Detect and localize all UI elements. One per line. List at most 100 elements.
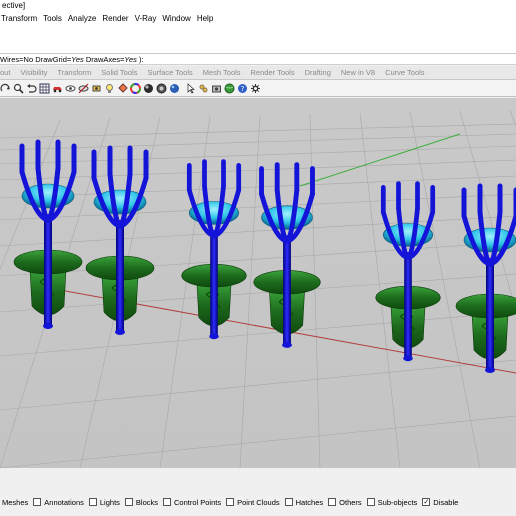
earring-model[interactable] bbox=[85, 145, 155, 335]
filter-label: Disable bbox=[433, 497, 459, 507]
grid-icon[interactable] bbox=[39, 83, 50, 94]
earring-post bbox=[116, 220, 124, 332]
earring-model[interactable] bbox=[375, 181, 441, 362]
settings-icon[interactable] bbox=[250, 83, 261, 94]
eye-icon[interactable] bbox=[65, 83, 76, 94]
menu-window[interactable]: Window bbox=[161, 12, 195, 26]
tab-surface-tools[interactable]: Surface Tools bbox=[147, 66, 198, 80]
filter-control-points[interactable]: Control Points bbox=[163, 498, 221, 507]
post-tip bbox=[115, 329, 125, 335]
earring-post bbox=[404, 252, 412, 359]
filter-blocks[interactable]: Blocks bbox=[124, 497, 158, 507]
filter-hatches[interactable]: Hatches bbox=[284, 497, 324, 507]
checkbox[interactable] bbox=[226, 498, 235, 506]
menu-bar: Transform Tools Analyze Render V-Ray Win… bbox=[0, 12, 516, 26]
tab-layout[interactable]: out bbox=[0, 66, 16, 80]
menu-tools[interactable]: Tools bbox=[42, 12, 67, 26]
menu-transform[interactable]: Transform bbox=[0, 12, 42, 26]
filter-label: Annotations bbox=[44, 497, 84, 507]
checkbox-checked[interactable]: ✓ bbox=[422, 498, 431, 506]
checkbox[interactable] bbox=[88, 498, 97, 506]
filter-disable[interactable]: ✓ Disable bbox=[422, 498, 458, 507]
globe-icon[interactable] bbox=[224, 83, 235, 94]
tab-curve-tools[interactable]: Curve Tools bbox=[385, 66, 430, 80]
filter-label: Others bbox=[339, 497, 362, 507]
sphere-icon[interactable] bbox=[169, 83, 180, 94]
menu-vray[interactable]: V-Ray bbox=[134, 12, 162, 26]
pointer-icon[interactable] bbox=[185, 82, 196, 94]
filter-others[interactable]: Others bbox=[328, 498, 362, 507]
earring-model[interactable] bbox=[181, 159, 247, 340]
earring-post bbox=[44, 214, 52, 326]
selection-filter-bar: Meshes Annotations Lights Blocks Control… bbox=[0, 495, 516, 509]
post-tip bbox=[209, 333, 219, 340]
tab-solid-tools[interactable]: Solid Tools bbox=[101, 66, 143, 80]
filter-label: Hatches bbox=[295, 497, 324, 507]
filter-label: Blocks bbox=[135, 497, 158, 507]
filter-label: Point Clouds bbox=[237, 497, 280, 507]
tab-new-in-v8[interactable]: New in V8 bbox=[341, 66, 381, 80]
post-tip bbox=[282, 342, 292, 348]
command-history bbox=[0, 26, 516, 54]
earring-model[interactable] bbox=[13, 139, 83, 329]
earring-post bbox=[486, 258, 494, 370]
main-toolbar: ? bbox=[0, 80, 516, 97]
paint-bucket-icon[interactable] bbox=[117, 82, 128, 94]
command-area bbox=[0, 468, 516, 495]
rotate-camera-icon[interactable] bbox=[91, 83, 102, 94]
earring-model[interactable] bbox=[253, 162, 321, 348]
undo-view-icon[interactable] bbox=[26, 83, 37, 94]
tab-visibility[interactable]: Visibility bbox=[20, 66, 53, 80]
command-prefix: Wires=No DrawGrid= bbox=[0, 55, 72, 64]
grid-floor bbox=[0, 109, 516, 468]
shaded-sphere-icon[interactable] bbox=[143, 83, 154, 94]
color-wheel-icon[interactable] bbox=[130, 82, 141, 94]
hide-icon[interactable] bbox=[78, 83, 89, 94]
command-middle: DrawAxes= bbox=[83, 55, 125, 64]
perspective-viewport[interactable] bbox=[0, 98, 516, 468]
window-title-text: ective] bbox=[2, 1, 26, 10]
command-suffix: ): bbox=[136, 55, 144, 64]
drawaxes-option[interactable]: Yes bbox=[124, 55, 137, 64]
viewport-scene bbox=[0, 109, 516, 468]
help-icon[interactable]: ? bbox=[237, 83, 248, 94]
menu-render[interactable]: Render bbox=[101, 12, 133, 26]
status-bar bbox=[0, 509, 516, 516]
post-tip bbox=[485, 367, 495, 373]
svg-text:?: ? bbox=[241, 85, 245, 93]
checkbox[interactable] bbox=[328, 498, 337, 506]
tab-mesh-tools[interactable]: Mesh Tools bbox=[203, 66, 247, 80]
zoom-window-icon[interactable] bbox=[13, 83, 24, 94]
earring-post bbox=[210, 230, 218, 337]
snapshot-icon[interactable] bbox=[211, 83, 222, 94]
named-views-icon[interactable] bbox=[198, 83, 209, 94]
filter-label: Lights bbox=[99, 497, 120, 507]
filter-lights[interactable]: Lights bbox=[88, 497, 120, 507]
command-prompt[interactable]: Wires=No DrawGrid=Yes DrawAxes=Yes ): bbox=[0, 54, 516, 65]
light-icon[interactable] bbox=[104, 83, 115, 94]
checkbox[interactable] bbox=[366, 498, 375, 506]
menu-help[interactable]: Help bbox=[196, 12, 218, 26]
tab-render-tools[interactable]: Render Tools bbox=[251, 66, 301, 80]
car-icon[interactable] bbox=[52, 83, 63, 94]
drawgrid-option[interactable]: Yes bbox=[71, 55, 84, 64]
rotate-view-icon[interactable] bbox=[0, 83, 11, 94]
window-title: ective] bbox=[0, 0, 516, 12]
filter-annotations[interactable]: Annotations bbox=[33, 498, 84, 507]
filter-label: Meshes bbox=[2, 497, 29, 507]
checkbox[interactable] bbox=[163, 498, 171, 506]
filter-label: Sub-objects bbox=[377, 497, 418, 507]
filter-label: Control Points bbox=[174, 497, 222, 507]
checkbox[interactable] bbox=[284, 498, 293, 506]
tab-transform[interactable]: Transform bbox=[57, 66, 97, 80]
render-icon[interactable] bbox=[156, 83, 167, 94]
tab-drafting[interactable]: Drafting bbox=[305, 66, 337, 80]
filter-point-clouds[interactable]: Point Clouds bbox=[226, 498, 280, 507]
filter-sub-objects[interactable]: Sub-objects bbox=[366, 497, 418, 507]
earring-post bbox=[283, 235, 291, 345]
filter-meshes[interactable]: Meshes bbox=[0, 498, 28, 507]
menu-analyze[interactable]: Analyze bbox=[67, 12, 101, 26]
post-tip bbox=[403, 355, 413, 362]
checkbox[interactable] bbox=[124, 498, 133, 506]
checkbox[interactable] bbox=[33, 498, 42, 506]
